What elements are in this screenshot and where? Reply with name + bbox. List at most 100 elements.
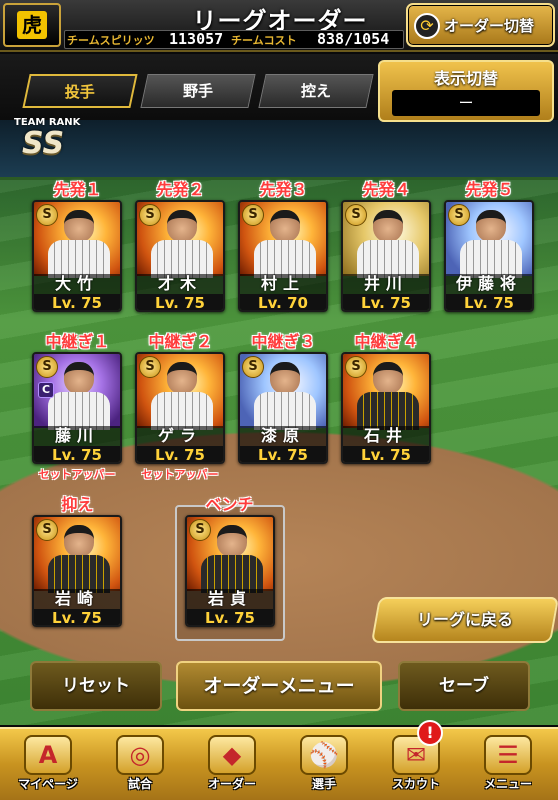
nav-order[interactable]: ◆ オーダー bbox=[188, 733, 276, 797]
save-button[interactable]: セーブ bbox=[398, 661, 530, 711]
return-to-league-button[interactable]: リーグに戻る bbox=[370, 597, 558, 643]
player-card-reliever-4[interactable]: S 石井 Lv. 75 bbox=[341, 352, 431, 464]
rarity-s-icon: S bbox=[345, 356, 367, 378]
player-name: 岩崎 bbox=[34, 589, 120, 609]
starter-4-role: 先発４ bbox=[362, 180, 411, 199]
player-uniform bbox=[254, 240, 316, 278]
order-menu-button[interactable]: オーダーメニュー bbox=[176, 661, 382, 711]
reliever-4-role: 中継ぎ４ bbox=[354, 332, 419, 351]
stadium-stands bbox=[0, 120, 558, 180]
tab-reserve-label: 控え bbox=[300, 82, 331, 100]
player-portrait bbox=[167, 362, 197, 394]
player-portrait bbox=[373, 210, 403, 242]
player-card-starter-2[interactable]: S 才木 Lv. 75 bbox=[135, 200, 225, 312]
player-name: 才木 bbox=[137, 274, 223, 294]
nav-scout[interactable]: ✉ スカウト bbox=[372, 733, 460, 797]
setup-label-2: セットアッパー bbox=[141, 468, 219, 481]
notification-badge: ! bbox=[417, 720, 443, 746]
team-rank-value: SS bbox=[22, 126, 65, 161]
starter-3-role: 先発３ bbox=[259, 180, 308, 199]
rarity-s-icon: S bbox=[242, 356, 264, 378]
nav-label: メニュー bbox=[483, 777, 532, 791]
closer-role: 抑え bbox=[61, 495, 94, 514]
order-swap-label: オーダー切替 bbox=[444, 17, 535, 35]
player-level: Lv. 75 bbox=[137, 294, 223, 310]
player-level: Lv. 75 bbox=[240, 446, 326, 462]
player-name: ゲラ bbox=[137, 426, 223, 446]
nav-label: 選手 bbox=[311, 777, 336, 791]
order-swap-button[interactable]: ⟳ オーダー切替 bbox=[406, 3, 555, 47]
player-level: Lv. 75 bbox=[137, 446, 223, 462]
nav-label: 試合 bbox=[127, 777, 152, 791]
team-logo[interactable]: 虎 bbox=[3, 3, 61, 47]
player-card-starter-1[interactable]: S 大竹 Lv. 75 bbox=[32, 200, 122, 312]
player-name: 大竹 bbox=[34, 274, 120, 294]
nav-match[interactable]: ◎ 試合 bbox=[96, 733, 184, 797]
nav-mypage[interactable]: A マイページ bbox=[4, 733, 92, 797]
bottom-nav: A マイページ ◎ 試合 ◆ オーダー ⚾ 選手 ✉ スカウト ☰ メニュー bbox=[0, 727, 558, 800]
player-uniform bbox=[48, 240, 110, 278]
rarity-s-icon: S bbox=[36, 356, 58, 378]
player-card-closer[interactable]: S 岩崎 Lv. 75 bbox=[32, 515, 122, 627]
display-toggle-button[interactable]: 表示切替 ー bbox=[378, 60, 554, 122]
player-card-bench[interactable]: S 岩貞 Lv. 75 bbox=[185, 515, 275, 627]
player-uniform bbox=[357, 240, 419, 278]
swap-arrows-icon: ⟳ bbox=[414, 13, 440, 39]
header-bar: 虎 リーグオーダー チームスピリッツ 113057 チームコスト 838/105… bbox=[0, 0, 558, 52]
player-name: 岩貞 bbox=[187, 589, 273, 609]
player-card-starter-4[interactable]: S 井川 Lv. 75 bbox=[341, 200, 431, 312]
display-toggle-label: 表示切替 bbox=[433, 69, 498, 88]
tab-pitcher[interactable]: 投手 bbox=[22, 74, 138, 108]
tigers-logo-icon: 虎 bbox=[17, 11, 47, 39]
stadium-icon: ◎ bbox=[116, 735, 164, 775]
nav-label: マイページ bbox=[18, 777, 78, 791]
reset-button[interactable]: リセット bbox=[30, 661, 162, 711]
tab-pitcher-label: 投手 bbox=[64, 83, 95, 101]
tab-fielder[interactable]: 野手 bbox=[140, 74, 256, 108]
nav-players[interactable]: ⚾ 選手 bbox=[280, 733, 368, 797]
player-name: 漆原 bbox=[240, 426, 326, 446]
player-name: 石井 bbox=[343, 426, 429, 446]
setup-label-1: セットアッパー bbox=[38, 468, 116, 481]
rarity-s-icon: S bbox=[139, 356, 161, 378]
player-portrait bbox=[217, 525, 247, 557]
player-card-starter-3[interactable]: S 村上 Lv. 70 bbox=[238, 200, 328, 312]
reliever-1-role: 中継ぎ１ bbox=[45, 332, 110, 351]
player-name: 村上 bbox=[240, 274, 326, 294]
tab-reserve[interactable]: 控え bbox=[258, 74, 374, 108]
player-portrait bbox=[476, 210, 506, 242]
player-uniform bbox=[151, 240, 213, 278]
player-portrait bbox=[167, 210, 197, 242]
player-uniform bbox=[48, 392, 110, 430]
player-level: Lv. 75 bbox=[187, 609, 273, 625]
tab-fielder-label: 野手 bbox=[182, 82, 213, 100]
player-uniform bbox=[254, 392, 316, 430]
player-portrait bbox=[64, 362, 94, 394]
rarity-s-icon: S bbox=[36, 204, 58, 226]
player-level: Lv. 75 bbox=[343, 294, 429, 310]
player-level: Lv. 75 bbox=[446, 294, 532, 310]
player-card-reliever-1[interactable]: S C 藤川 Lv. 75 bbox=[32, 352, 122, 464]
rarity-s-icon: S bbox=[36, 519, 58, 541]
player-uniform bbox=[201, 555, 263, 593]
reliever-2-role: 中継ぎ２ bbox=[148, 332, 213, 351]
team-spirit-label: チームスピリッツ bbox=[67, 34, 155, 47]
menu-icon: ☰ bbox=[484, 735, 532, 775]
player-level: Lv. 75 bbox=[34, 294, 120, 310]
player-card-starter-5[interactable]: S 伊藤将 Lv. 75 bbox=[444, 200, 534, 312]
player-card-reliever-3[interactable]: S 漆原 Lv. 75 bbox=[238, 352, 328, 464]
reliever-3-role: 中継ぎ３ bbox=[251, 332, 316, 351]
rarity-s-icon: S bbox=[448, 204, 470, 226]
nav-menu[interactable]: ☰ メニュー bbox=[464, 733, 552, 797]
starter-5-role: 先発５ bbox=[465, 180, 514, 199]
player-card-reliever-2[interactable]: S ゲラ Lv. 75 bbox=[135, 352, 225, 464]
player-icon: ⚾ bbox=[300, 735, 348, 775]
player-portrait bbox=[373, 362, 403, 394]
player-level: Lv. 70 bbox=[240, 294, 326, 310]
player-uniform bbox=[357, 392, 419, 430]
starter-1-role: 先発１ bbox=[53, 180, 102, 199]
return-to-league-label: リーグに戻る bbox=[416, 610, 513, 629]
player-name: 井川 bbox=[343, 274, 429, 294]
nav-label: スカウト bbox=[391, 777, 440, 791]
captain-badge-icon: C bbox=[38, 382, 54, 398]
